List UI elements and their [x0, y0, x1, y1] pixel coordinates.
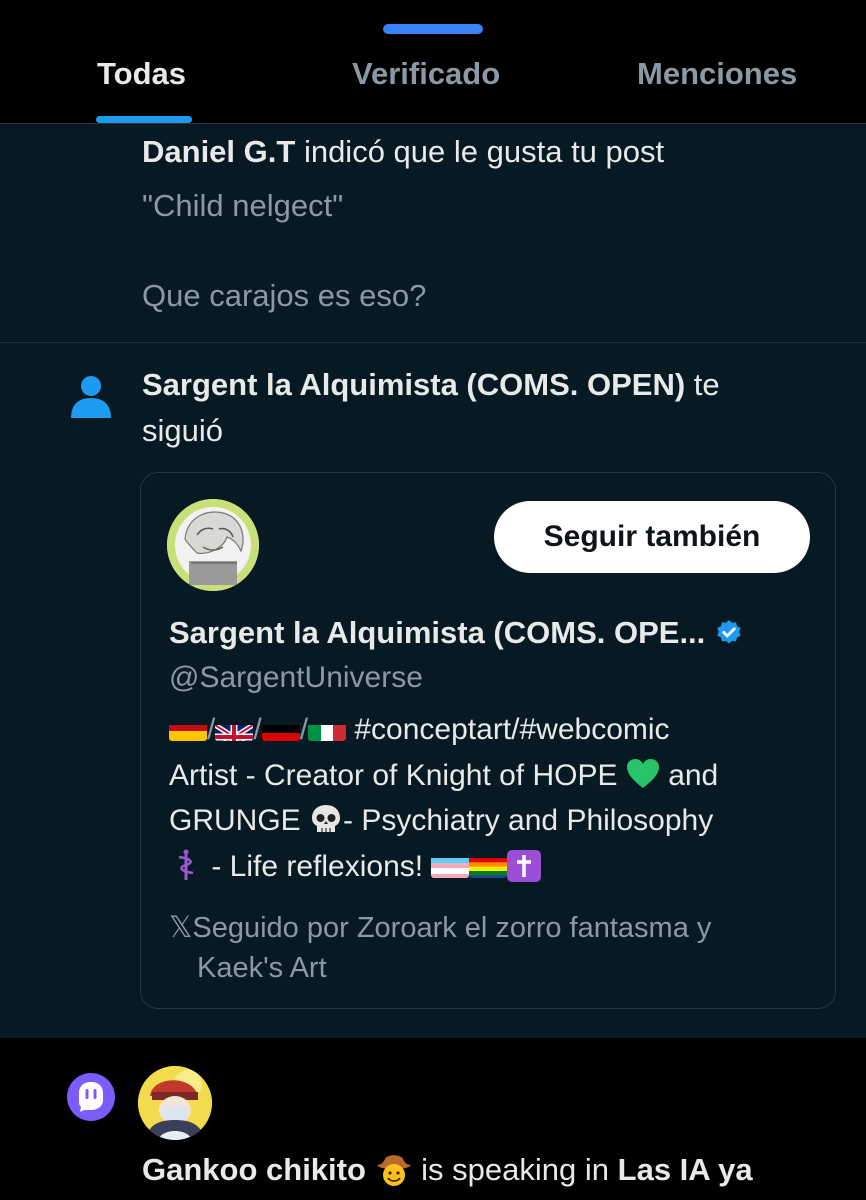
followed-by-line-1-text: Seguido por Zoroark el zorro fantasma y [192, 912, 712, 944]
bio-line-3-text: GRUNGE [169, 804, 301, 837]
tab-menciones[interactable]: Menciones [637, 56, 797, 92]
person-icon [71, 376, 111, 418]
uk-flag-icon [215, 717, 254, 741]
liked-post-line2: Que carajos es eso? [142, 278, 427, 313]
bio-line-4: - Life reflexions! [169, 844, 809, 890]
rainbow-flag-icon [469, 852, 508, 878]
tab-todas[interactable]: Todas [97, 56, 186, 92]
active-tab-indicator [96, 116, 192, 123]
bio-hashtags[interactable]: #conceptart/#webcomic [354, 713, 669, 746]
bio-line-1: / / / #conceptart/#webcomic [169, 707, 809, 753]
speaker-name[interactable]: Gankoo chikito [142, 1152, 366, 1187]
space-title[interactable]: Las IA ya [618, 1152, 753, 1187]
follow-notification: Sargent la Alquimista (COMS. OPEN) te si… [0, 343, 866, 1038]
x-logo-icon: 𝕏 [169, 910, 193, 944]
notifications-list: Daniel G.T indicó que le gusta tu post "… [0, 124, 866, 1038]
bio-line-2-after: and [668, 758, 719, 792]
profile-display-name[interactable]: Sargent la Alquimista (COMS. OPE... [169, 615, 705, 651]
spaces-mic-icon [67, 1073, 115, 1121]
transgender-flag-icon [431, 852, 470, 878]
profile-name-row: Sargent la Alquimista (COMS. OPE... [169, 615, 743, 651]
medical-symbol-icon [178, 849, 194, 880]
cowboy-face-icon [376, 1155, 411, 1186]
follow-back-button[interactable]: Seguir también [494, 501, 810, 573]
profile-avatar[interactable] [167, 499, 259, 591]
speaker-avatar-image [138, 1066, 212, 1140]
followed-by-text[interactable]: 𝕏Seguido por Zoroark el zorro fantasma y… [169, 907, 819, 988]
followed-by-line-2: Kaek's Art [197, 952, 327, 984]
profile-bio: / / / #conceptart/#webcomic Artist - Creat… [169, 707, 809, 889]
skull-icon [312, 805, 341, 832]
like-user-name[interactable]: Daniel G.T [142, 134, 295, 169]
followed-by-line-1: 𝕏Seguido por Zoroark el zorro fantasma y [169, 907, 819, 948]
like-notification[interactable]: Daniel G.T indicó que le gusta tu post "… [0, 124, 866, 343]
bio-line-2: Artist - Creator of Knight of HOPE and [169, 753, 809, 799]
bio-line-3-after: - Psychiatry and Philosophy [343, 804, 714, 837]
italy-flag-icon [308, 717, 347, 741]
follower-name[interactable]: Sargent la Alquimista (COMS. OPEN) [142, 367, 685, 402]
spain-flag-icon [169, 717, 207, 741]
bio-line-2-text: Artist - Creator of Knight of HOPE [169, 758, 618, 792]
speaker-avatar[interactable] [138, 1066, 212, 1140]
follow-action-text-b: siguió [142, 413, 223, 448]
profile-avatar-image [167, 499, 259, 591]
like-notification-text: Daniel G.T indicó que le gusta tu post [142, 132, 664, 172]
spaces-action-text: is speaking in [421, 1152, 610, 1187]
tab-verificado[interactable]: Verificado [352, 56, 500, 92]
follow-notification-text-line1: Sargent la Alquimista (COMS. OPEN) te [142, 365, 720, 405]
drag-handle[interactable] [383, 24, 483, 34]
like-action-text: indicó que le gusta tu post [303, 134, 665, 169]
verified-badge-icon [717, 620, 741, 644]
profile-handle[interactable]: @SargentUniverse [169, 661, 423, 695]
bio-line-3: GRUNGE - Psychiatry and Philosophy [169, 798, 809, 844]
follow-action-text-a: te [693, 367, 720, 402]
spaces-notification-text: Gankoo chikito is speaking in Las IA ya [142, 1151, 753, 1188]
liked-post-line1: "Child nelgect" [142, 188, 344, 223]
notifications-tab-bar: Todas Verificado Menciones [0, 0, 866, 124]
germany-flag-icon [261, 717, 300, 741]
bio-line-4-text: - Life reflexions! [211, 849, 424, 883]
latin-cross-icon [507, 849, 542, 882]
green-heart-icon [626, 758, 659, 788]
follower-profile-card[interactable]: Seguir también Sargent la Alquimista (CO… [140, 472, 836, 1009]
